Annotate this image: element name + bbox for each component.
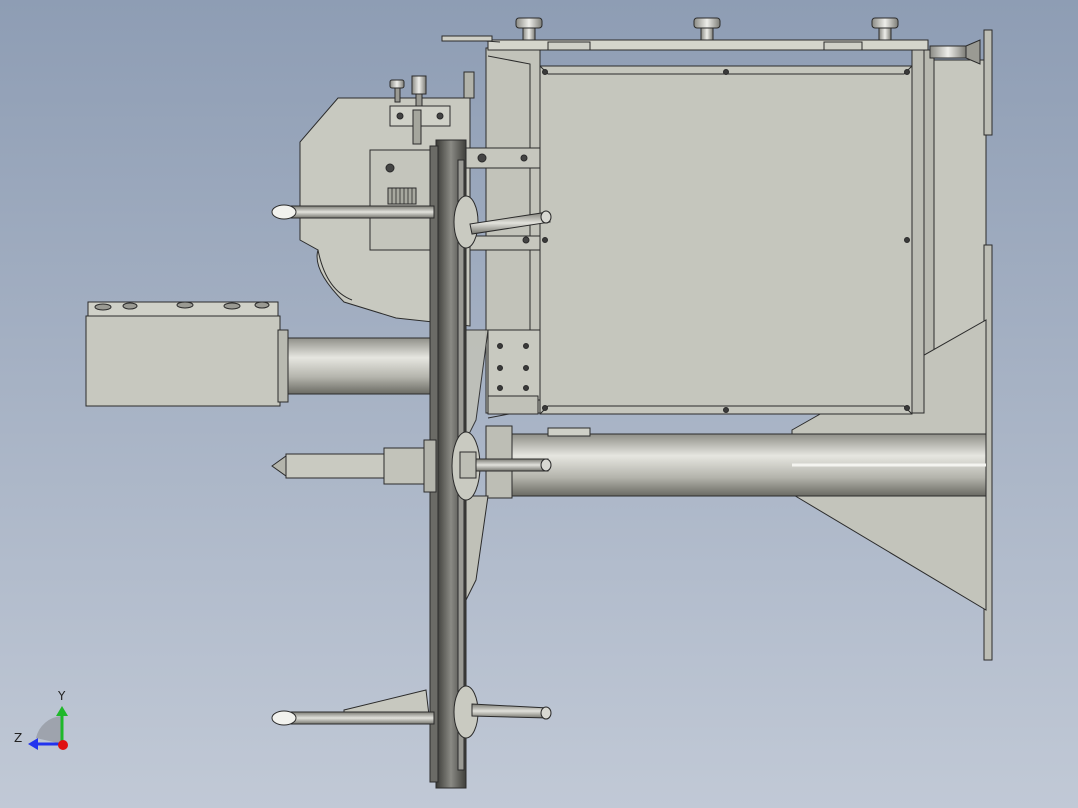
x-axis-dot-icon	[58, 740, 68, 750]
lower-right-handle	[471, 703, 552, 720]
z-axis-label: Z	[14, 731, 22, 745]
main-spindle	[485, 425, 987, 499]
upper-left-handle	[271, 204, 435, 220]
machine-assembly	[85, 17, 993, 789]
cad-viewport[interactable]: Y Z	[0, 0, 1078, 808]
axis-triad: Y Z	[14, 689, 68, 750]
y-axis-label: Y	[57, 689, 66, 703]
frame-right-plate	[911, 47, 925, 414]
top-knobs	[515, 17, 899, 41]
z-axis-arrow-icon	[28, 738, 38, 750]
main-housing-panel	[539, 65, 913, 415]
y-axis-arrow-icon	[56, 706, 68, 716]
control-arm-tube	[287, 337, 439, 395]
lower-left-handle	[271, 689, 435, 726]
middle-left-handle	[271, 439, 437, 493]
control-box	[85, 301, 289, 407]
